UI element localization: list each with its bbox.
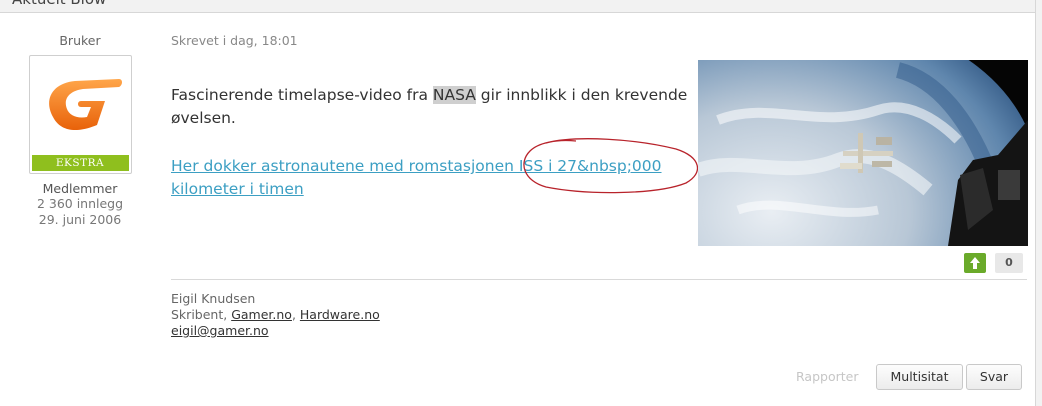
- post-body: Fascinerende timelapse-video fra NASA gi…: [171, 84, 691, 130]
- avatar[interactable]: EKSTRA: [28, 55, 132, 174]
- author-role: Bruker: [59, 33, 101, 48]
- signature-email[interactable]: eigil@gamer.no: [171, 323, 269, 338]
- thread-header-bar: Aktuelt Blow: [0, 0, 1035, 13]
- signature: Eigil Knudsen Skribent, Gamer.no, Hardwa…: [171, 291, 380, 339]
- author-panel: Bruker EKSTRA Medlemmer 2 360 innlegg 29…: [26, 30, 134, 228]
- signature-divider: [171, 279, 1027, 280]
- page-edge: [1035, 0, 1042, 406]
- signature-link-gamer[interactable]: Gamer.no: [231, 307, 292, 322]
- join-date: 29. juni 2006: [38, 212, 122, 227]
- signature-separator: ,: [291, 307, 300, 322]
- signature-role-line: Skribent, Gamer.no, Hardware.no: [171, 307, 380, 323]
- post-timestamp: Skrevet i dag, 18:01: [171, 33, 298, 48]
- thread-title: Aktuelt Blow: [12, 0, 106, 8]
- signature-name: Eigil Knudsen: [171, 291, 256, 306]
- article-link[interactable]: Her dokker astronautene med romstasjonen…: [171, 155, 701, 201]
- post-text-start: Fascinerende timelapse-video fra: [171, 86, 433, 104]
- post-count: 2 360 innlegg: [36, 196, 124, 211]
- upvote-button[interactable]: [964, 253, 986, 273]
- selected-text: NASA: [432, 86, 476, 104]
- author-group: Medlemmer: [42, 181, 118, 196]
- arrow-up-icon: [970, 257, 980, 269]
- multiquote-button[interactable]: Multisitat: [876, 364, 963, 390]
- report-button[interactable]: Rapporter: [796, 369, 858, 384]
- iss-photo[interactable]: [698, 60, 1028, 246]
- signature-link-hardware[interactable]: Hardware.no: [300, 307, 380, 322]
- vote-count: 0: [995, 253, 1023, 273]
- signature-role: Skribent,: [171, 307, 232, 322]
- gamer-logo-icon: [32, 59, 128, 151]
- reply-button[interactable]: Svar: [966, 364, 1022, 390]
- membership-badge: EKSTRA: [31, 155, 129, 171]
